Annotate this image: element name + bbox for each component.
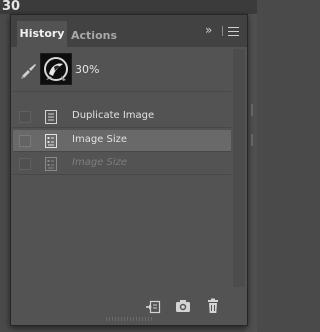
- tab-actions[interactable]: Actions: [71, 24, 117, 47]
- history-brush-icon[interactable]: [19, 61, 39, 81]
- camera-icon[interactable]: [174, 297, 192, 315]
- snapshot-image: [41, 54, 71, 84]
- document-icon: [45, 110, 57, 124]
- history-state-row-undone[interactable]: Image Size: [13, 153, 231, 175]
- new-document-icon[interactable]: [145, 297, 163, 315]
- resize-image-icon: [45, 134, 57, 148]
- history-panel: History Actions » 30% Duplicate Image Im…: [10, 14, 248, 326]
- history-state-checkbox[interactable]: [19, 158, 31, 170]
- trash-icon[interactable]: [204, 297, 222, 315]
- snapshot-thumbnail[interactable]: [40, 53, 72, 85]
- tab-history[interactable]: History: [17, 21, 67, 47]
- history-scrollbar[interactable]: [233, 49, 245, 287]
- panel-menu-icon[interactable]: [228, 27, 239, 36]
- history-state-checkbox[interactable]: [19, 135, 31, 147]
- dock-edge-mark: [251, 104, 253, 116]
- toolbar-separator: [222, 26, 223, 36]
- dock-edge-mark: [251, 134, 253, 146]
- history-state-row[interactable]: Duplicate Image: [13, 106, 231, 128]
- snapshot-label: 30%: [75, 63, 100, 76]
- history-state-checkbox[interactable]: [19, 111, 31, 123]
- document-tab-strip: 30: [0, 0, 257, 14]
- panel-resize-grip[interactable]: [106, 317, 152, 321]
- history-list: 30% Duplicate Image Image Size Image Siz…: [13, 49, 231, 287]
- history-state-row-selected[interactable]: Image Size: [13, 130, 231, 152]
- history-state-label: Image Size: [72, 157, 128, 168]
- collapse-panels-icon[interactable]: »: [205, 23, 213, 37]
- resize-image-icon: [45, 157, 57, 171]
- history-state-label: Image Size: [72, 134, 128, 145]
- history-state-label: Duplicate Image: [72, 110, 155, 121]
- snapshot-row[interactable]: 30%: [13, 49, 231, 92]
- panel-tab-bar: History Actions »: [11, 15, 247, 47]
- document-tab-fragment[interactable]: 30: [2, 0, 20, 14]
